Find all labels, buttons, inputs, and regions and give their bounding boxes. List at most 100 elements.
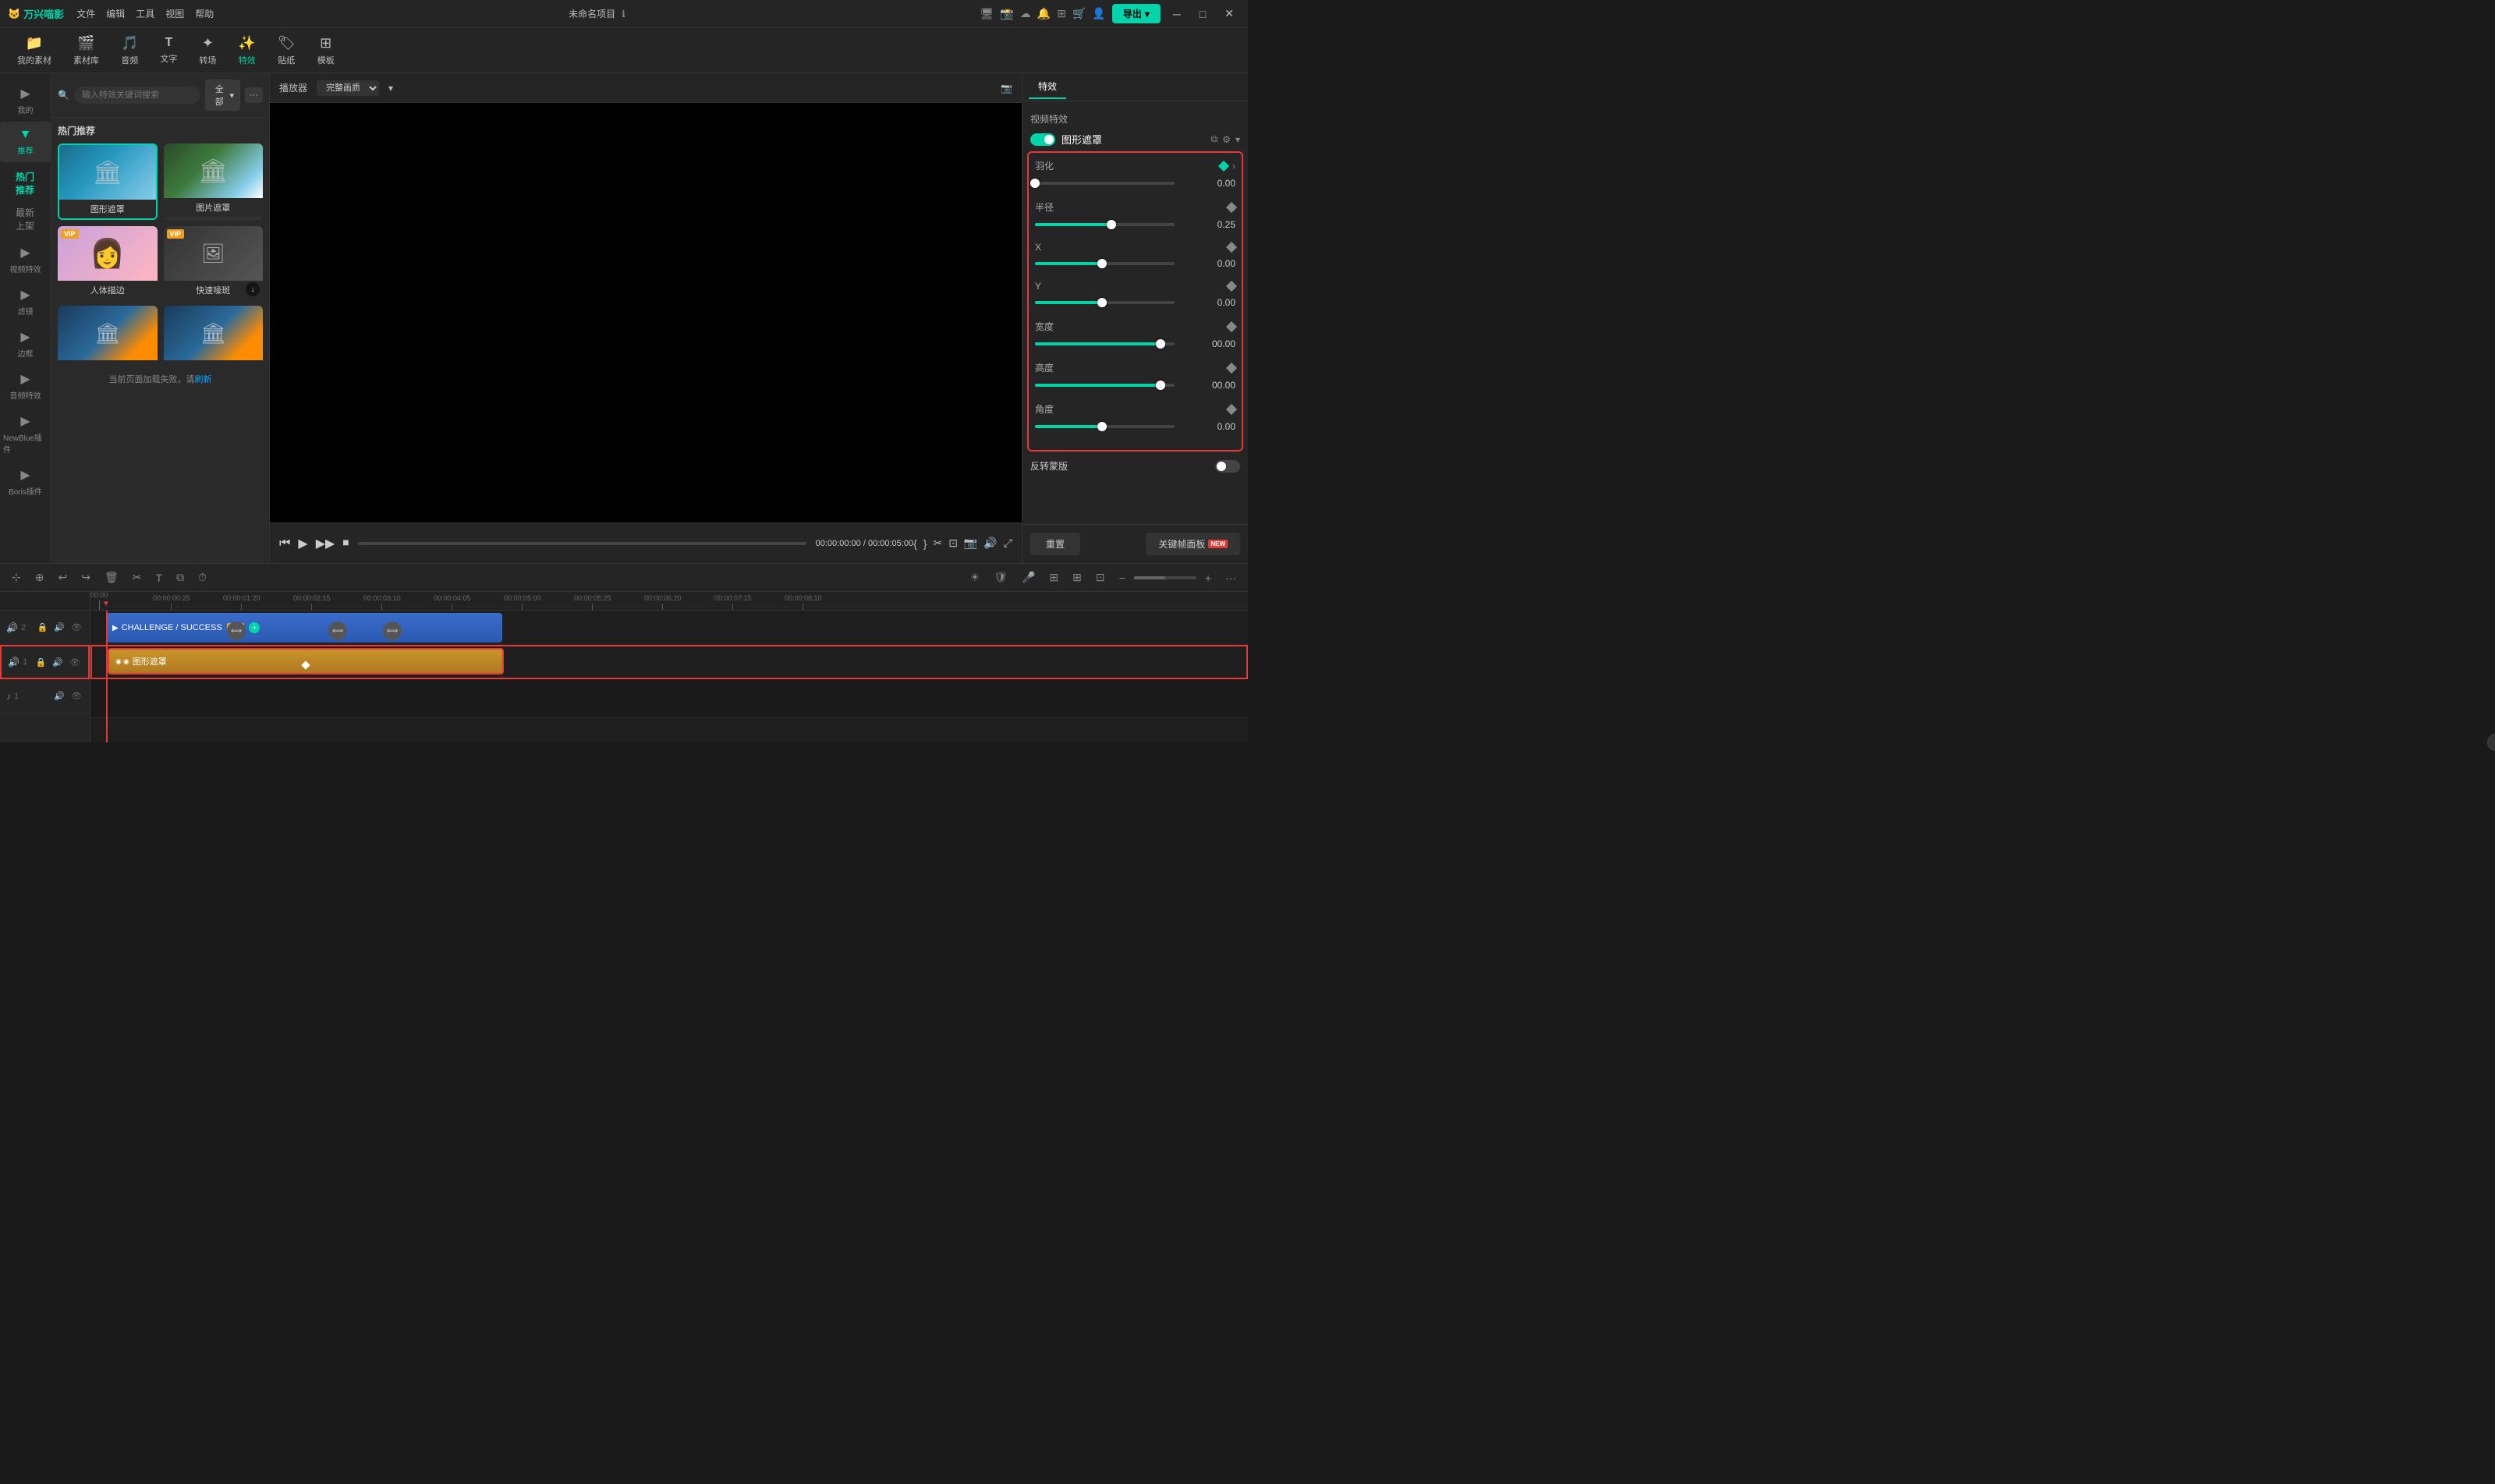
width-thumb[interactable] [1156,339,1165,349]
transition-3[interactable]: ⟺ [383,622,402,640]
audio-1-eye[interactable]: 👁 [69,690,83,702]
sidebar-item-border[interactable]: ▶ 边框 [0,323,51,365]
effect-toggle[interactable] [1030,133,1055,146]
keyframe-height[interactable] [1226,362,1237,373]
zoom-slider[interactable] [1134,576,1196,579]
angle-slider[interactable] [1035,425,1175,428]
keyframe-x[interactable] [1226,242,1237,253]
keyframe-y[interactable] [1226,281,1237,292]
tl-delete[interactable]: 🗑 [101,568,122,586]
tl-grid-icon[interactable]: ⊞ [1069,568,1086,586]
tool-effects[interactable]: ✨ 特效 [229,31,264,70]
nav-new[interactable]: 最新上架 [6,201,44,237]
split-view-icon[interactable]: ⊡ [948,537,958,550]
reset-button[interactable]: 重置 [1030,533,1080,555]
radius-thumb[interactable] [1107,220,1116,229]
snapshot-icon[interactable]: 📷 [964,537,977,550]
angle-thumb[interactable] [1097,422,1107,431]
y-thumb[interactable] [1097,298,1107,307]
track-2-eye[interactable]: 👁 [69,622,83,633]
clip-challenge-success[interactable]: ▶ CHALLENGE / SUCCESS VIP + [106,613,502,643]
effect-shape-mask[interactable]: 🏛 图形遮罩 [58,143,158,220]
track-2-lock[interactable]: 🔒 [36,622,50,633]
fullscreen-icon[interactable]: ⤢ [1004,537,1012,550]
track-2-mute[interactable]: 🔊 [52,622,66,633]
clip-shape-mask[interactable]: ◉ ◉ 图形遮罩 [108,648,504,675]
zoom-in-button[interactable]: + [1201,569,1215,586]
tl-sun-icon[interactable]: ☀ [966,568,984,586]
preview-progress-bar[interactable] [358,542,806,545]
nav-hot[interactable]: 热门推荐 [6,165,44,201]
menu-tools[interactable]: 工具 [136,7,154,20]
y-slider[interactable] [1035,301,1175,304]
sidebar-item-my[interactable]: ▶ 我的 [0,80,51,122]
tool-text[interactable]: T 文字 [151,32,186,69]
tl-mic-icon[interactable]: 🎤 [1018,568,1039,586]
radius-slider[interactable] [1035,223,1175,226]
sidebar-item-audio-effects[interactable]: ▶ 音频特效 [0,365,51,407]
effect-copy-icon[interactable]: ⧉ [1211,133,1218,145]
sidebar-item-filter[interactable]: ▶ 滤镜 [0,281,51,323]
clip-add-icon[interactable]: + [249,622,260,633]
tl-split-icon[interactable]: ⊡ [1092,568,1109,586]
menu-help[interactable]: 帮助 [195,7,214,20]
rewind-button[interactable]: ⏮ [279,537,290,551]
play-button[interactable]: ▶ [298,536,307,551]
keyframe-radius[interactable] [1226,201,1237,212]
menu-edit[interactable]: 编辑 [106,7,125,20]
track-1-eye[interactable]: 👁 [68,657,82,668]
tl-text[interactable]: T [151,569,166,586]
maximize-button[interactable]: □ [1193,6,1212,22]
height-thumb[interactable] [1156,381,1165,390]
export-button[interactable]: 导出 ▾ [1112,4,1161,23]
sidebar-item-video-effects[interactable]: ▶ 视频特效 [0,239,51,281]
refresh-link[interactable]: 刷新 [195,375,212,384]
tl-magnet-tool[interactable]: ⊕ [31,568,48,586]
sidebar-item-recommended[interactable]: ▼ 推荐 [0,122,51,162]
x-slider[interactable] [1035,262,1175,265]
tool-sticker[interactable]: 🏷 贴纸 [268,31,305,70]
menu-view[interactable]: 视图 [165,7,184,20]
zoom-out-button[interactable]: − [1115,569,1129,586]
effect-lighthouse3[interactable]: 🏛 [58,306,158,367]
effects-search-input[interactable] [74,87,200,104]
effect-lighthouse4[interactable]: 🏛 [164,306,264,367]
audio-1-mute[interactable]: 🔊 [52,690,66,702]
menu-file[interactable]: 文件 [76,7,95,20]
effect-image-mask[interactable]: 🏛 图片遮罩 [164,143,264,220]
more-options-button[interactable]: ··· [245,87,263,103]
tl-undo[interactable]: ↩ [54,568,71,586]
tl-more-button[interactable]: ··· [1221,569,1240,586]
tl-select-tool[interactable]: ⊹ [8,568,25,586]
tl-shield-icon[interactable]: 🛡 [990,568,1012,586]
feather-slider[interactable] [1035,182,1175,185]
transition-2[interactable]: ⟺ [328,622,347,640]
tool-template[interactable]: ⊞ 模板 [308,31,344,70]
tool-material-lib[interactable]: 🎬 素材库 [64,31,108,70]
speaker-icon[interactable]: 🔊 [983,537,997,550]
crop-icon[interactable]: ✂ [933,537,942,550]
tab-effects[interactable]: 特效 [1029,75,1066,99]
filter-dropdown[interactable]: 全部 ▾ [205,80,240,111]
sidebar-item-boris[interactable]: ▶ Boris插件 [0,461,51,503]
effect-settings-icon[interactable]: ⚙ [1222,134,1231,145]
stop-button[interactable]: ⏹ [342,537,349,551]
effect-more-icon[interactable]: ▾ [1235,134,1240,145]
x-thumb[interactable] [1097,259,1107,268]
tl-redo[interactable]: ↪ [77,568,94,586]
keyframe-panel-button[interactable]: 关键帧面板 NEW [1146,533,1240,555]
sidebar-item-newblue[interactable]: ▶ NewBlue插件 [0,407,51,461]
keyframe-width[interactable] [1226,321,1237,331]
transition-1[interactable]: ⟺ [227,622,246,640]
tool-audio[interactable]: 🎵 音频 [112,31,147,70]
preview-screenshot-icon[interactable]: 📷 [1001,83,1012,94]
minimize-button[interactable]: ─ [1167,6,1187,22]
tool-my-material[interactable]: 📁 我的素材 [8,31,61,70]
fast-forward-button[interactable]: ▶▶ [316,536,335,551]
reverse-toggle[interactable] [1215,460,1240,473]
keyframe-feather[interactable] [1218,160,1229,171]
feather-thumb[interactable] [1030,179,1040,188]
mark-out-icon[interactable]: } [923,537,927,550]
height-slider[interactable] [1035,384,1175,387]
effect-quick-blur[interactable]: 🖼 VIP ↓ 快速噪斑 [164,226,264,299]
